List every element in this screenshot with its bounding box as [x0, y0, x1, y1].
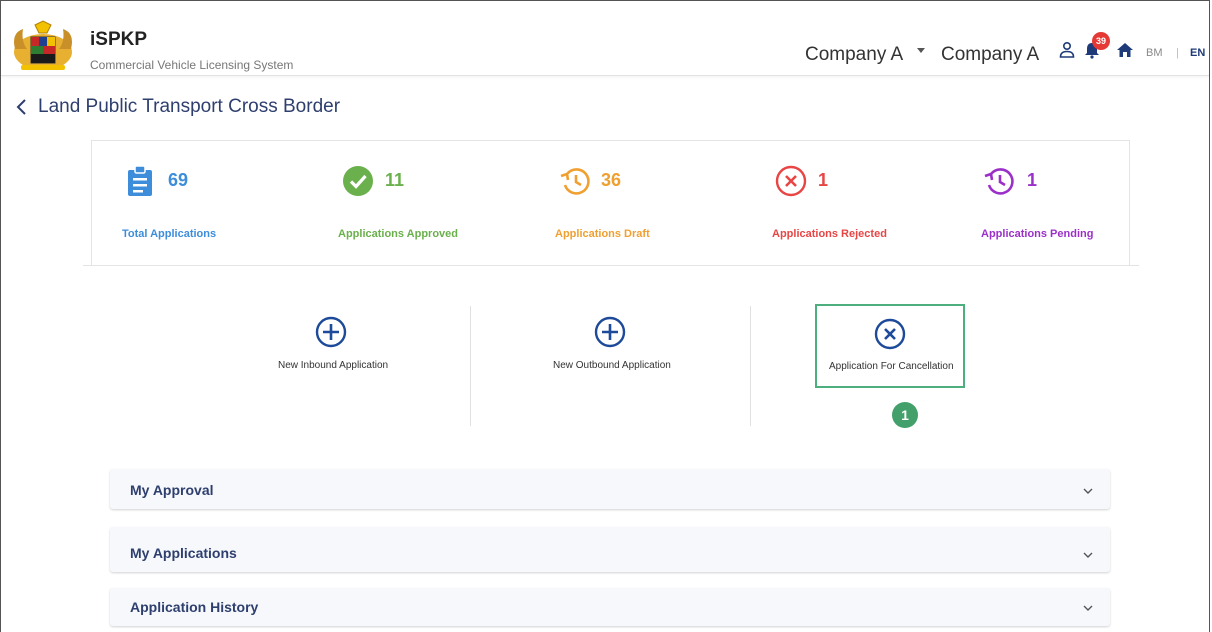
app-name: iSPKP	[90, 29, 148, 50]
close-circle-icon	[874, 318, 906, 350]
stat-pending-label: Applications Pending	[981, 228, 1094, 240]
application-for-cancellation-button[interactable]: Application For Cancellation	[815, 304, 965, 388]
application-for-cancellation-label: Application For Cancellation	[829, 361, 954, 372]
history-icon	[560, 168, 590, 195]
stat-approved-value: 11	[385, 170, 405, 190]
new-outbound-application-label: New Outbound Application	[553, 360, 671, 371]
stat-rejected-value: 1	[818, 170, 829, 190]
lang-separator: |	[1176, 47, 1179, 59]
chevron-left-icon[interactable]	[14, 98, 28, 116]
stats-card: 69 Total Applications 11 Applications Ap…	[91, 140, 1130, 265]
stat-draft-applications[interactable]: 36 Applications Draft	[555, 141, 675, 265]
company-name: Company A	[941, 44, 1040, 65]
clipboard-icon	[128, 165, 152, 196]
top-header: iSPKP Commercial Vehicle Licensing Syste…	[1, 1, 1209, 76]
company-select-value: Company A	[805, 44, 904, 65]
user-icon[interactable]	[1058, 41, 1076, 59]
stat-pending-applications[interactable]: 1 Applications Pending	[981, 141, 1101, 265]
step-number-badge: 1	[892, 402, 918, 428]
chevron-down-icon	[1083, 552, 1093, 558]
coat-of-arms-logo[interactable]	[9, 19, 77, 73]
accordion-my-approval[interactable]: My Approval	[110, 469, 1110, 509]
close-circle-icon	[775, 165, 807, 197]
accordion-title: My Approval	[130, 482, 214, 498]
new-inbound-application-button[interactable]: New Inbound Application	[250, 304, 412, 426]
stat-pending-value: 1	[1027, 170, 1038, 190]
home-icon[interactable]	[1116, 41, 1134, 59]
stat-total-applications[interactable]: 69 Total Applications	[122, 141, 242, 265]
stat-approved-label: Applications Approved	[338, 228, 458, 240]
new-inbound-application-label: New Inbound Application	[278, 360, 389, 371]
stat-approved-applications[interactable]: 11 Applications Approved	[338, 141, 468, 265]
stat-total-value: 69	[168, 170, 189, 190]
stat-draft-value: 36	[601, 170, 622, 190]
stat-rejected-applications[interactable]: 1 Applications Rejected	[772, 141, 892, 265]
new-outbound-application-button[interactable]: New Outbound Application	[530, 304, 692, 426]
lang-bm-link[interactable]: BM	[1146, 47, 1163, 59]
action-divider	[750, 306, 751, 426]
stat-total-label: Total Applications	[122, 228, 217, 240]
history-icon	[984, 168, 1014, 195]
lang-en-link[interactable]: EN	[1190, 47, 1205, 59]
plus-circle-icon	[315, 316, 347, 348]
app-subtitle: Commercial Vehicle Licensing System	[90, 58, 294, 72]
check-circle-icon	[343, 166, 373, 196]
caret-down-icon	[917, 47, 926, 53]
chevron-down-icon	[1083, 488, 1093, 494]
stat-draft-label: Applications Draft	[555, 228, 650, 240]
accordion-application-history[interactable]: Application History	[110, 588, 1110, 626]
notification-badge: 39	[1092, 32, 1110, 50]
accordion-my-applications[interactable]: My Applications	[110, 527, 1110, 572]
page-title-bar[interactable]: Land Public Transport Cross Border	[14, 96, 340, 118]
page-title: Land Public Transport Cross Border	[38, 96, 341, 117]
company-select-dropdown[interactable]: Company A	[805, 44, 926, 66]
accordion-title: My Applications	[130, 545, 237, 561]
plus-circle-icon	[594, 316, 626, 348]
chevron-down-icon	[1083, 605, 1093, 611]
stats-divider	[83, 265, 1139, 266]
action-divider	[470, 306, 471, 426]
stat-rejected-label: Applications Rejected	[772, 228, 887, 240]
accordion-title: Application History	[130, 599, 259, 615]
